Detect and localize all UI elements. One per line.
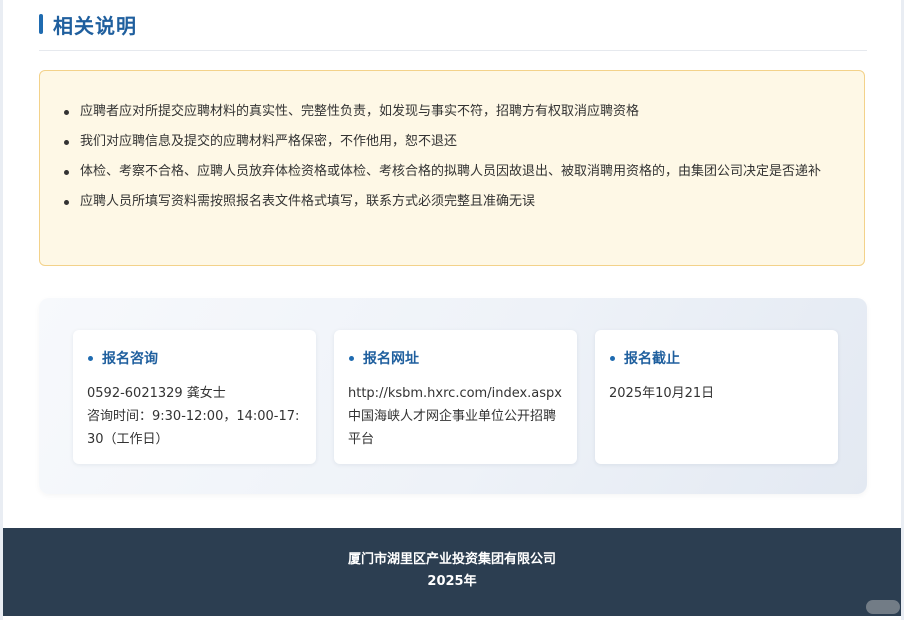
card-consultation: 报名咨询 0592-6021329 龚女士 咨询时间：9:30-12:00，14… [73, 330, 316, 464]
registration-url[interactable]: http://ksbm.hxrc.com/index.aspx [348, 382, 563, 405]
section-header: 相关说明 [39, 10, 137, 38]
bullet-icon [64, 110, 69, 115]
bullet-icon [64, 140, 69, 145]
notice-item: 应聘人员所填写资料需按照报名表文件格式填写，联系方式必须完整且准确无误 [62, 191, 852, 213]
consult-hours: 咨询时间：9:30-12:00，14:00-17:30（工作日） [87, 409, 300, 447]
bullet-icon [610, 355, 615, 361]
bullet-icon [64, 170, 69, 175]
notice-item: 体检、考察不合格、应聘人员放弃体检资格或体检、考核合格的拟聘人员因故退出、被取消… [62, 161, 852, 183]
notice-text: 应聘人员所填写资料需按照报名表文件格式填写，联系方式必须完整且准确无误 [80, 194, 536, 209]
notice-item: 应聘者应对所提交应聘材料的真实性、完整性负责，如发现与事实不符，招聘方有权取消应… [62, 101, 852, 123]
watermark-badge [866, 600, 900, 614]
footer: 厦门市湖里区产业投资集团有限公司 2025年 [3, 528, 901, 616]
card-body: 2025年10月21日 [609, 382, 824, 405]
footer-year: 2025年 [427, 574, 477, 589]
card-body: 0592-6021329 龚女士 咨询时间：9:30-12:00，14:00-1… [87, 382, 302, 451]
bullet-icon [64, 200, 69, 205]
card-title: 报名咨询 [87, 348, 302, 368]
notice-text: 体检、考察不合格、应聘人员放弃体检资格或体检、考核合格的拟聘人员因故退出、被取消… [80, 164, 822, 179]
deadline-date: 2025年10月21日 [609, 386, 715, 401]
platform-name: 中国海峡人才网企事业单位公开招聘平台 [348, 409, 557, 447]
card-deadline: 报名截止 2025年10月21日 [595, 330, 838, 464]
contact-phone: 0592-6021329 龚女士 [87, 386, 226, 401]
footer-company: 厦门市湖里区产业投资集团有限公司 [347, 552, 556, 567]
notice-box: 应聘者应对所提交应聘材料的真实性、完整性负责，如发现与事实不符，招聘方有权取消应… [39, 70, 865, 266]
notice-item: 我们对应聘信息及提交的应聘材料严格保密，不作他用，恕不退还 [62, 131, 852, 153]
divider [39, 50, 867, 51]
card-title-text: 报名咨询 [102, 351, 158, 367]
bullet-icon [88, 355, 93, 361]
page: 相关说明 应聘者应对所提交应聘材料的真实性、完整性负责，如发现与事实不符，招聘方… [3, 0, 901, 620]
section-title: 相关说明 [53, 13, 137, 38]
card-website: 报名网址 http://ksbm.hxrc.com/index.aspx 中国海… [334, 330, 577, 464]
notice-text: 应聘者应对所提交应聘材料的真实性、完整性负责，如发现与事实不符，招聘方有权取消应… [80, 104, 640, 119]
card-title: 报名网址 [348, 348, 563, 368]
bullet-icon [349, 355, 354, 361]
card-title-text: 报名截止 [624, 351, 680, 367]
title-accent-bar [39, 14, 43, 34]
card-body: http://ksbm.hxrc.com/index.aspx 中国海峡人才网企… [348, 382, 563, 451]
card-title: 报名截止 [609, 348, 824, 368]
info-panel: 报名咨询 0592-6021329 龚女士 咨询时间：9:30-12:00，14… [39, 298, 867, 494]
card-title-text: 报名网址 [363, 351, 419, 367]
notice-text: 我们对应聘信息及提交的应聘材料严格保密，不作他用，恕不退还 [80, 134, 458, 149]
notice-list: 应聘者应对所提交应聘材料的真实性、完整性负责，如发现与事实不符，招聘方有权取消应… [62, 101, 852, 221]
